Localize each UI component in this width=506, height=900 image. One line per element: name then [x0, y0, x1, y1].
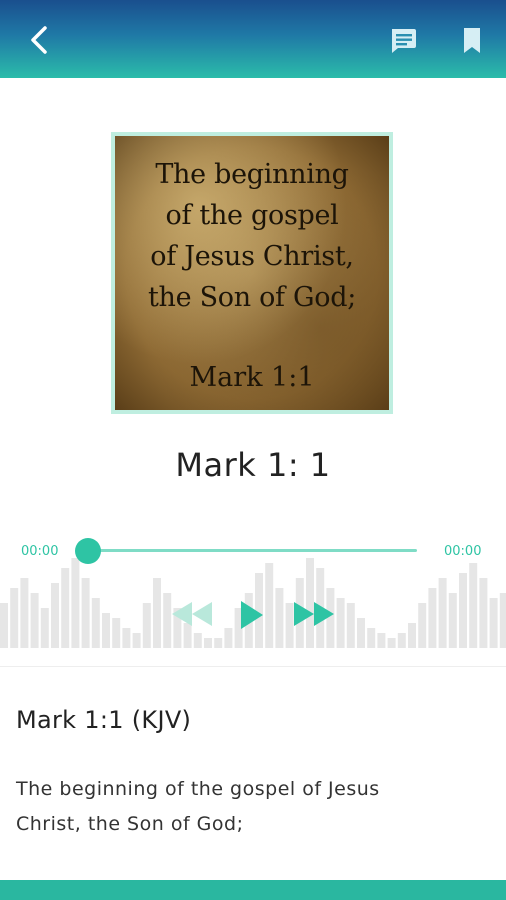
back-chevron-icon [31, 26, 47, 54]
total-time: 00:00 [444, 544, 482, 559]
equalizer-bar [265, 563, 274, 648]
equalizer-bar [132, 633, 141, 648]
equalizer-bar [459, 573, 467, 648]
rewind-button[interactable] [170, 600, 214, 628]
equalizer-bar [0, 603, 8, 648]
play-button[interactable] [239, 599, 265, 631]
back-button[interactable] [20, 20, 60, 60]
equalizer-bar [469, 563, 478, 648]
bottom-bar [0, 880, 506, 900]
seek-thumb[interactable] [75, 538, 101, 564]
comment-icon [392, 29, 416, 53]
equalizer-bar [367, 628, 376, 648]
play-icon [241, 601, 263, 629]
equalizer-bar [418, 603, 427, 648]
track-title: Mark 1: 1 [175, 446, 331, 484]
verse-text: The beginning of the gospel of Jesus Chr… [16, 778, 380, 835]
equalizer-bar [428, 588, 437, 648]
equalizer-bar [40, 608, 49, 648]
equalizer-bar [214, 638, 223, 648]
fast-forward-button[interactable] [292, 600, 336, 628]
current-time: 00:00 [21, 544, 59, 559]
equalizer-bar [51, 583, 59, 648]
equalizer-bar [102, 613, 110, 648]
divider [0, 666, 506, 667]
verse-image-reference: Mark 1:1 [189, 362, 315, 393]
equalizer-bar [408, 623, 416, 648]
equalizer-bar [122, 628, 131, 648]
equalizer-bar [224, 628, 233, 648]
equalizer-bar [193, 633, 202, 648]
equalizer-bar [142, 603, 151, 648]
app-header [0, 0, 506, 78]
equalizer-bar [71, 558, 80, 648]
equalizer-bar [81, 578, 90, 648]
equalizer-bar [336, 598, 345, 648]
equalizer-bar [489, 598, 498, 648]
equalizer-bar [377, 633, 386, 648]
verse-image-text: The beginning of the gospel of Jesus Chr… [115, 154, 389, 318]
equalizer-bar [20, 578, 29, 648]
fast-forward-icon [294, 602, 334, 626]
equalizer-bar [112, 618, 121, 648]
equalizer-bar [499, 593, 506, 648]
equalizer-bar [204, 638, 212, 648]
comment-button[interactable] [383, 20, 423, 60]
verse-image: The beginning of the gospel of Jesus Chr… [111, 132, 393, 414]
bookmark-button[interactable] [452, 20, 492, 60]
equalizer-bar [153, 578, 161, 648]
equalizer-bar [30, 593, 39, 648]
equalizer-bar [275, 588, 284, 648]
equalizer-bar [438, 578, 447, 648]
verse-image-line: The beginning [155, 159, 349, 190]
verse-reference: Mark 1:1 (KJV) [16, 706, 192, 734]
equalizer-bar [357, 618, 365, 648]
rewind-icon [172, 602, 212, 626]
audio-player: 00:00 00:00 [0, 536, 506, 648]
equalizer-bar [91, 598, 100, 648]
bookmark-icon [464, 28, 480, 53]
equalizer-bar [448, 593, 457, 648]
equalizer-bar [10, 588, 19, 648]
seek-bar[interactable] [88, 549, 417, 552]
verse-image-line: of Jesus Christ, [150, 241, 354, 272]
equalizer-bar [346, 603, 355, 648]
equalizer-bar [397, 633, 406, 648]
verse-image-line: the Son of God; [147, 282, 357, 313]
verse-image-line: of the gospel [165, 200, 339, 231]
equalizer-bar [479, 578, 488, 648]
equalizer-bar [61, 568, 70, 648]
equalizer-bar [387, 638, 396, 648]
